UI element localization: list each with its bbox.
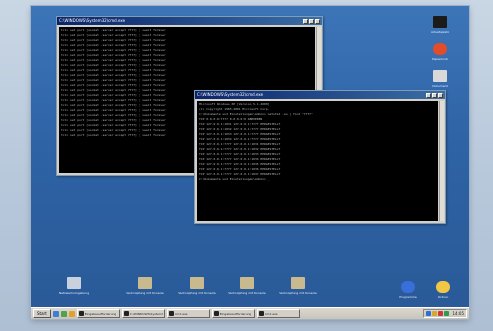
console-output[interactable]: Microsoft Windows XP [Version 5.1.2600] … xyxy=(197,101,438,221)
taskbar-button[interactable]: cmd.exe xyxy=(256,309,300,318)
media-icon[interactable] xyxy=(68,310,75,317)
ie-icon[interactable] xyxy=(52,310,59,317)
clock[interactable]: 14:05 xyxy=(452,311,464,316)
window-title: C:\WINDOWS\System32\cmd.exe xyxy=(197,92,264,97)
monitor-icon xyxy=(433,16,447,28)
desktop-icon-folder[interactable]: Ordner xyxy=(418,281,468,299)
desktop-icon-label: Verknüpfung mit Konsole xyxy=(126,291,164,295)
title-bar[interactable]: C:\WINDOWS\System32\cmd.exe xyxy=(57,17,322,25)
monitor-screen: Arbeitsplatz Papierkorb Dokument C:\WIND… xyxy=(31,6,469,319)
taskbar-button[interactable]: Eingabeaufforderung xyxy=(211,309,255,318)
folder-icon xyxy=(436,281,450,293)
document-icon xyxy=(433,70,447,82)
console-icon xyxy=(78,311,84,316)
taskbar: Start Eingabeaufforderung C:\WINDOWS\Sys… xyxy=(31,307,469,319)
window-title: C:\WINDOWS\System32\cmd.exe xyxy=(59,18,126,23)
desktop-icon-label: Netzwerkumgebung xyxy=(58,291,90,295)
desktop-icon-label: Arbeitsplatz xyxy=(431,30,449,34)
desktop-icon[interactable] xyxy=(60,310,67,317)
security-tray-icon[interactable] xyxy=(438,311,444,316)
desktop-icon-network[interactable]: Netzwerkumgebung xyxy=(49,277,99,295)
taskbar-button[interactable]: C:\WINDOWS\System32 xyxy=(121,309,165,318)
shortcut-icon xyxy=(138,277,152,289)
desktop-icon-label: Verknüpfung mit Konsole xyxy=(279,291,317,295)
desktop-icon-label: Ordner xyxy=(437,295,449,299)
minimize-button[interactable] xyxy=(426,92,431,98)
close-button[interactable] xyxy=(438,92,443,98)
console-icon xyxy=(123,311,129,316)
close-button[interactable] xyxy=(315,18,320,24)
console-window-front[interactable]: C:\WINDOWS\System32\cmd.exe Microsoft Wi… xyxy=(194,90,446,224)
shield-tray-icon[interactable] xyxy=(444,311,450,316)
taskbar-button-label: C:\WINDOWS\System32 xyxy=(129,311,163,316)
desktop-icon-shortcut-3[interactable]: Verknüpfung mit Konsole xyxy=(222,277,272,295)
desktop-icon-recycle-bin[interactable]: Papierkorb xyxy=(415,43,465,61)
taskbar-button-label: cmd.exe xyxy=(174,311,188,316)
console-icon xyxy=(213,311,219,316)
taskbar-button[interactable]: Eingabeaufforderung xyxy=(76,309,120,318)
desktop-icon-label: Verknüpfung mit Konsole xyxy=(178,291,216,295)
title-bar[interactable]: C:\WINDOWS\System32\cmd.exe xyxy=(195,91,445,99)
desktop-icon-my-computer[interactable]: Arbeitsplatz xyxy=(415,16,465,34)
taskbar-button-label: Eingabeaufforderung xyxy=(219,311,252,316)
desktop-icon-label: Dokument xyxy=(432,84,448,88)
maximize-button[interactable] xyxy=(432,92,437,98)
shortcut-icon xyxy=(240,277,254,289)
network-tray-icon[interactable] xyxy=(426,311,432,316)
scrollbar[interactable] xyxy=(439,101,444,221)
shortcut-icon xyxy=(291,277,305,289)
system-tray: 14:05 xyxy=(423,309,467,318)
taskbar-button-label: cmd.exe xyxy=(264,311,278,316)
desktop-icon-shortcut-1[interactable]: Verknüpfung mit Konsole xyxy=(120,277,170,295)
console-icon xyxy=(258,311,264,316)
network-icon xyxy=(67,277,81,289)
console-icon xyxy=(168,311,174,316)
desktop-icon-label: Verknüpfung mit Konsole xyxy=(228,291,266,295)
user-icon xyxy=(401,281,415,293)
desktop-icon-document[interactable]: Dokument xyxy=(415,70,465,88)
shortcut-icon xyxy=(190,277,204,289)
console-line: C:\Dokumente und Einstellungen\Admin> _ xyxy=(199,177,270,181)
desktop-icon-shortcut-4[interactable]: Verknüpfung mit Konsole xyxy=(273,277,323,295)
volume-tray-icon[interactable] xyxy=(432,311,438,316)
recycle-bin-icon xyxy=(433,43,447,55)
taskbar-button-label: Eingabeaufforderung xyxy=(84,311,117,316)
desktop-icon-shortcut-2[interactable]: Verknüpfung mit Konsole xyxy=(172,277,222,295)
taskbar-button[interactable]: cmd.exe xyxy=(166,309,210,318)
start-label: Start xyxy=(37,311,47,316)
minimize-button[interactable] xyxy=(303,18,308,24)
maximize-button[interactable] xyxy=(309,18,314,24)
desktop-icon-label: Papierkorb xyxy=(432,57,448,61)
start-button[interactable]: Start xyxy=(33,309,51,318)
